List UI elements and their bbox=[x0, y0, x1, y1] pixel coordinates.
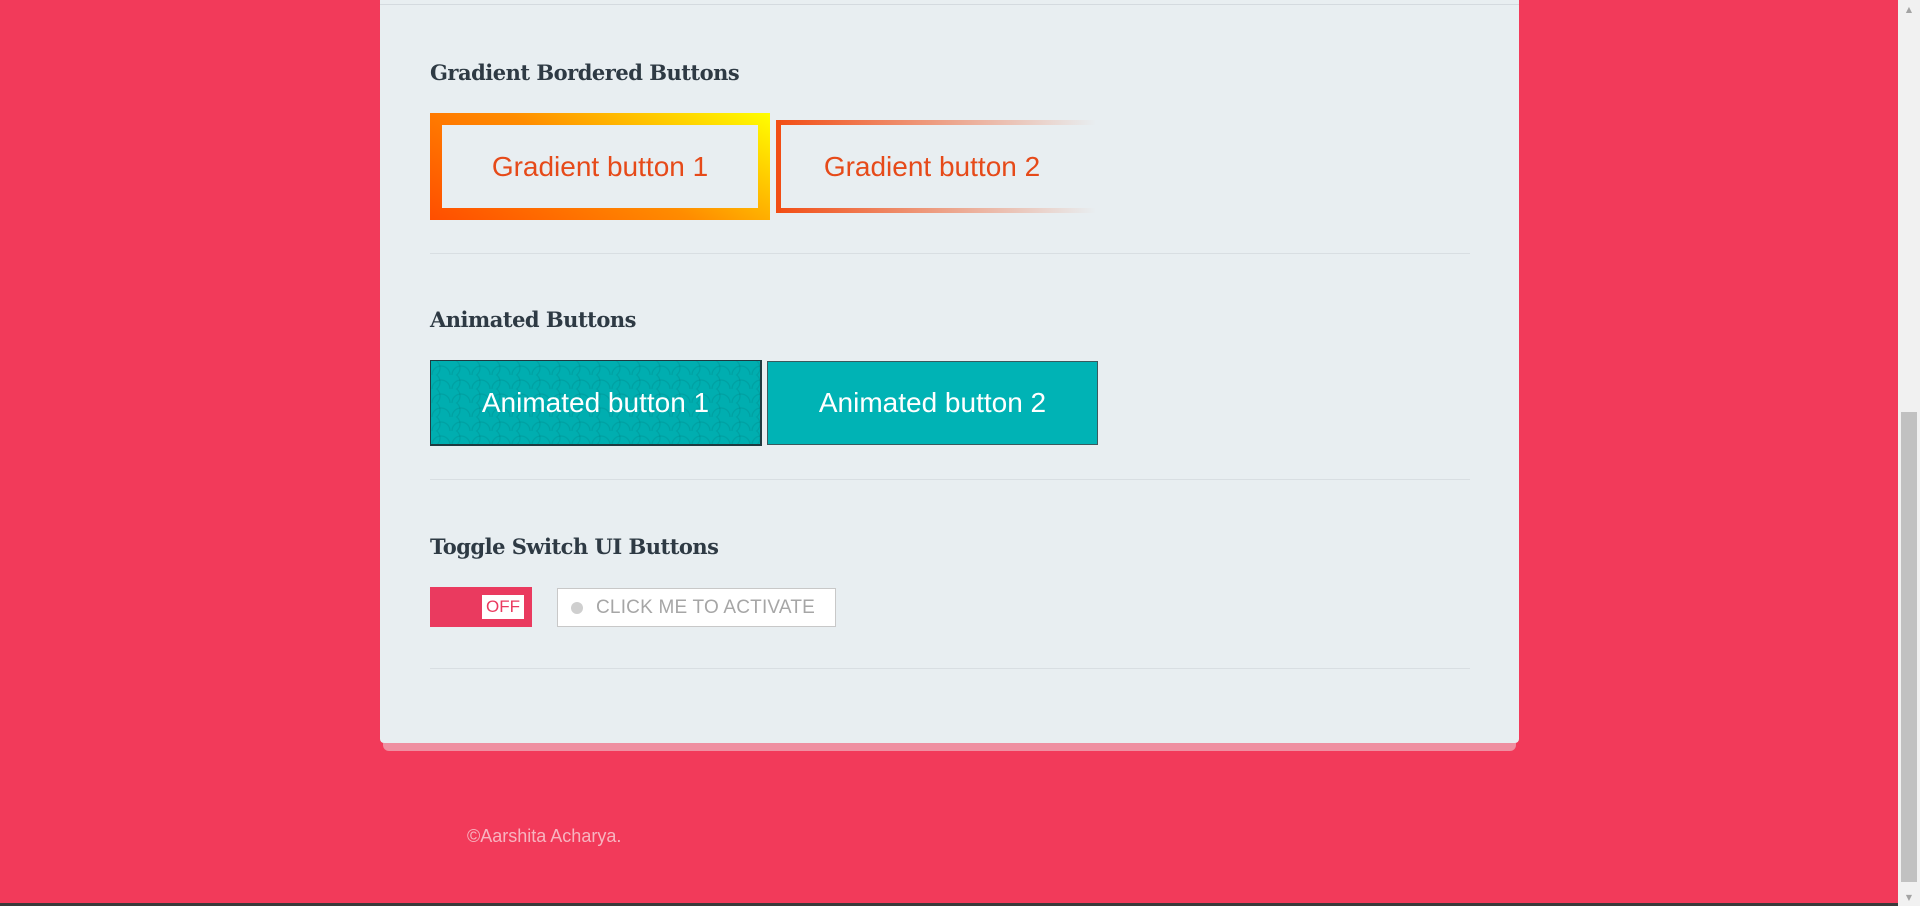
gradient-button-1[interactable]: Gradient button 1 bbox=[430, 113, 770, 220]
scrollbar-thumb[interactable] bbox=[1901, 412, 1917, 882]
click-to-activate-label: CLICK ME TO ACTIVATE bbox=[596, 596, 816, 618]
vertical-scrollbar[interactable]: ▲ ▼ bbox=[1898, 0, 1920, 906]
page-background: Gradient Bordered Buttons Gradient butto… bbox=[0, 0, 1898, 906]
gradient-button-2[interactable]: Gradient button 2 bbox=[776, 120, 1096, 213]
toggle-section-title: Toggle Switch UI Buttons bbox=[430, 534, 719, 559]
animated-button-2[interactable]: Animated button 2 bbox=[767, 361, 1098, 445]
gradient-button-2-label: Gradient button 2 bbox=[823, 150, 1041, 182]
section-divider bbox=[430, 479, 1470, 480]
section-divider bbox=[430, 253, 1470, 254]
circle-icon bbox=[571, 601, 583, 614]
section-divider bbox=[430, 668, 1470, 669]
toggle-switch-state: OFF bbox=[482, 595, 524, 619]
scroll-up-arrow-icon[interactable]: ▲ bbox=[1898, 0, 1920, 18]
scroll-down-arrow-icon[interactable]: ▼ bbox=[1898, 888, 1920, 906]
top-divider bbox=[380, 4, 1519, 5]
toggle-switch[interactable]: OFF bbox=[430, 587, 532, 627]
animated-button-1[interactable]: Animated button 1 bbox=[430, 360, 762, 446]
card-bottom-edge bbox=[383, 743, 1516, 751]
gradient-section-title: Gradient Bordered Buttons bbox=[430, 60, 740, 85]
click-to-activate-button[interactable]: CLICK ME TO ACTIVATE bbox=[557, 588, 836, 627]
gradient-button-1-label: Gradient button 1 bbox=[442, 125, 758, 208]
footer-copyright: ©Aarshita Acharya. bbox=[467, 826, 622, 846]
animated-section-title: Animated Buttons bbox=[430, 307, 636, 332]
